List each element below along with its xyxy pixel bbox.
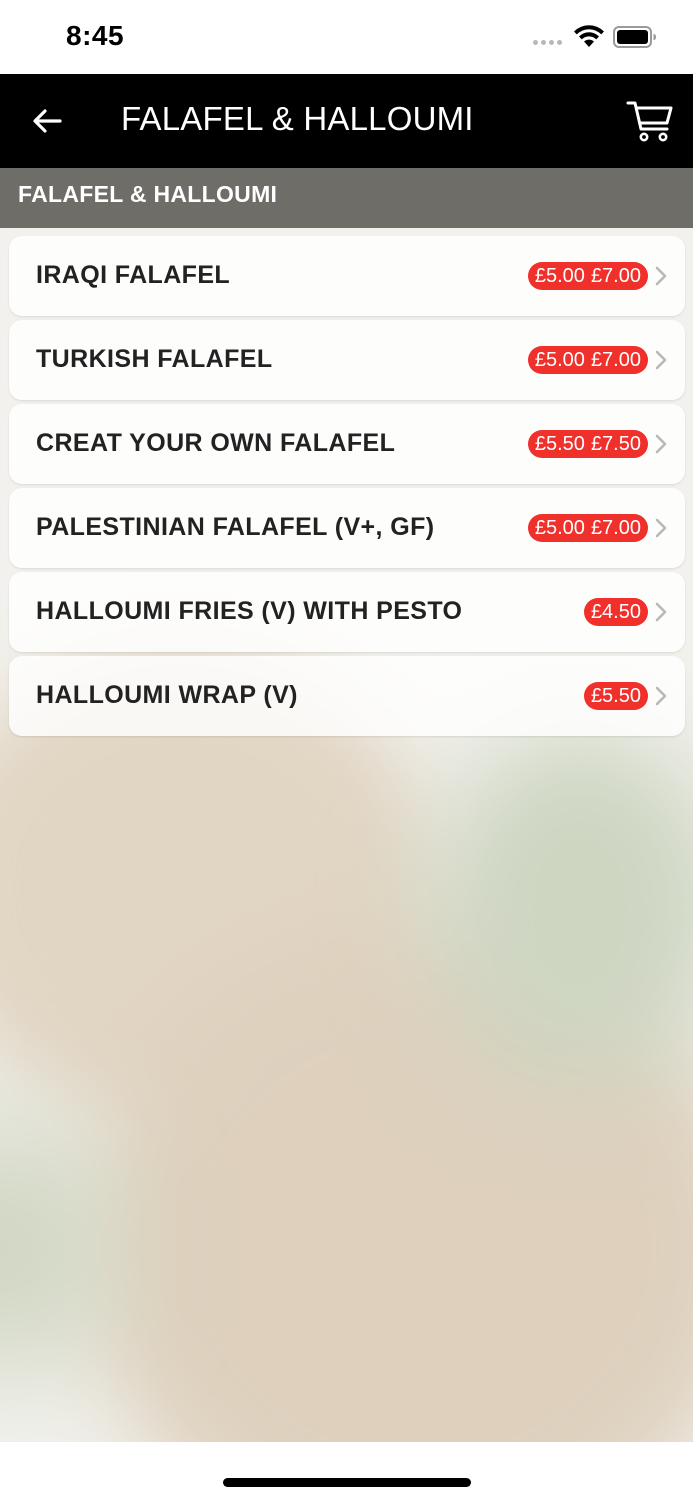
price-value: £5.50 bbox=[590, 684, 641, 707]
cart-icon bbox=[626, 101, 673, 142]
chevron-right-icon bbox=[655, 434, 667, 454]
chevron-right-icon bbox=[655, 266, 667, 286]
cart-button[interactable] bbox=[620, 92, 680, 150]
price-value: £5.00 bbox=[534, 348, 585, 371]
page-title: FALAFEL & HALLOUMI bbox=[121, 100, 474, 137]
section-header: FALAFEL & HALLOUMI bbox=[0, 168, 693, 228]
price-value: £5.50 bbox=[534, 432, 585, 455]
menu-item-name: HALLOUMI FRIES (V) WITH PESTO bbox=[36, 597, 463, 625]
price-value: £7.50 bbox=[590, 432, 641, 455]
menu-item-name: HALLOUMI WRAP (V) bbox=[36, 681, 298, 709]
price-value: £7.00 bbox=[590, 264, 641, 287]
price-value: £5.00 bbox=[534, 516, 585, 539]
price-value: £4.50 bbox=[590, 600, 641, 623]
menu-item[interactable]: HALLOUMI WRAP (V) £5.50 bbox=[9, 656, 685, 736]
price-badge: £5.50 £7.50 bbox=[527, 430, 648, 458]
price-value: £7.00 bbox=[590, 516, 641, 539]
price-value: £5.00 bbox=[534, 264, 585, 287]
menu-item[interactable]: HALLOUMI FRIES (V) WITH PESTO £4.50 bbox=[9, 572, 685, 652]
status-bar: 8:45 bbox=[0, 0, 693, 74]
price-badge: £5.50 bbox=[583, 682, 648, 710]
menu-item-name: IRAQI FALAFEL bbox=[36, 261, 231, 289]
chevron-right-icon bbox=[655, 518, 667, 538]
status-time: 8:45 bbox=[66, 20, 125, 51]
price-badge: £5.00 £7.00 bbox=[527, 262, 648, 290]
navigation-bar: FALAFEL & HALLOUMI bbox=[0, 74, 693, 168]
menu-item-name: TURKISH FALAFEL bbox=[36, 345, 273, 373]
cellular-signal-icon bbox=[533, 40, 562, 45]
home-indicator-bar bbox=[0, 1442, 693, 1500]
menu-item[interactable]: IRAQI FALAFEL £5.00 £7.00 bbox=[9, 236, 685, 316]
menu-item-name: PALESTINIAN FALAFEL (V+, GF) bbox=[36, 513, 435, 541]
menu-item[interactable]: PALESTINIAN FALAFEL (V+, GF) £5.00 £7.00 bbox=[9, 488, 685, 568]
price-value: £7.00 bbox=[590, 348, 641, 371]
chevron-right-icon bbox=[655, 602, 667, 622]
battery-icon bbox=[613, 26, 656, 48]
menu-content[interactable]: FALAFEL & HALLOUMI IRAQI FALAFEL £5.00 £7.… bbox=[0, 168, 693, 1442]
back-button[interactable] bbox=[22, 96, 72, 146]
chevron-right-icon bbox=[655, 350, 667, 370]
menu-item[interactable]: CREAT YOUR OWN FALAFEL £5.50 £7.50 bbox=[9, 404, 685, 484]
arrow-left-icon bbox=[33, 109, 62, 133]
price-badge: £5.00 £7.00 bbox=[527, 514, 648, 542]
chevron-right-icon bbox=[655, 686, 667, 706]
menu-item[interactable]: TURKISH FALAFEL £5.00 £7.00 bbox=[9, 320, 685, 400]
price-badge: £4.50 bbox=[583, 598, 648, 626]
menu-list: IRAQI FALAFEL £5.00 £7.00 TURKISH FALAFEL £5… bbox=[9, 236, 685, 740]
wifi-icon bbox=[574, 25, 604, 47]
section-title: FALAFEL & HALLOUMI bbox=[18, 181, 278, 207]
home-indicator[interactable] bbox=[223, 1478, 471, 1487]
price-badge: £5.00 £7.00 bbox=[527, 346, 648, 374]
menu-item-name: CREAT YOUR OWN FALAFEL bbox=[36, 429, 396, 457]
